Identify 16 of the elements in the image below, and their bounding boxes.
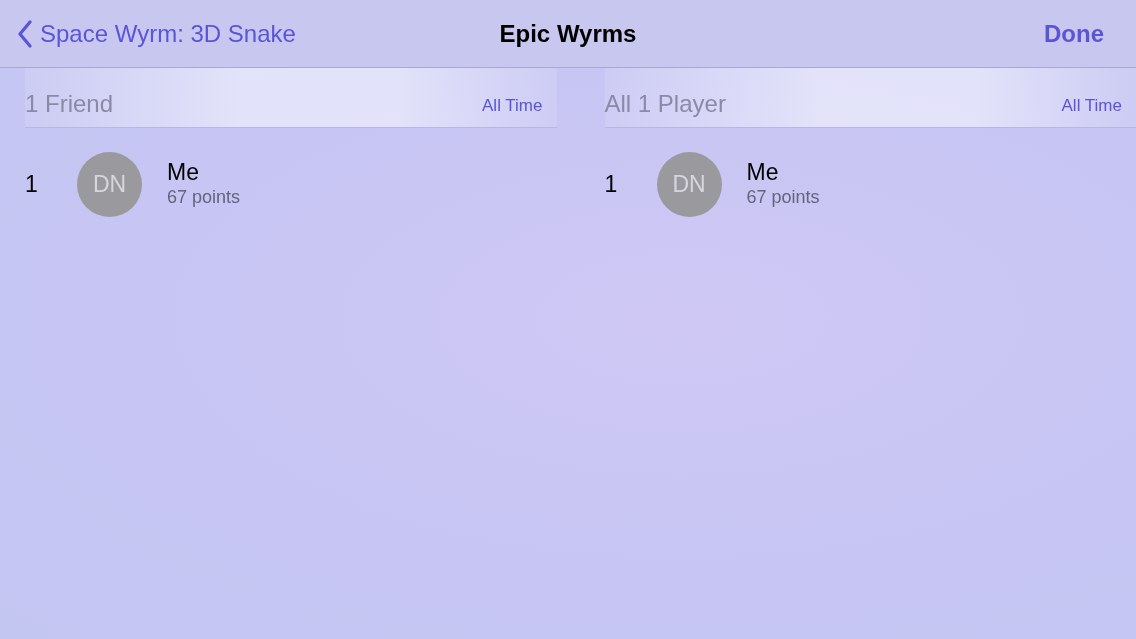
time-filter-link[interactable]: All Time [1061, 95, 1122, 117]
rank-number: 1 [604, 170, 619, 198]
back-button[interactable]: Space Wyrm: 3D Snake [18, 15, 296, 52]
player-score: 67 points [167, 186, 241, 209]
done-button[interactable]: Done [1044, 15, 1104, 52]
chevron-left-icon [18, 19, 32, 48]
rank-number: 1 [25, 170, 39, 198]
initials-avatar: DN [77, 151, 142, 217]
section-title: All 1 Player [604, 89, 726, 119]
section-title: 1 Friend [25, 89, 114, 119]
window-title: Epic Wyrms [499, 18, 637, 49]
player-score: 67 points [746, 186, 820, 209]
player-name: Me [746, 159, 780, 185]
time-filter-link[interactable]: All Time [482, 95, 543, 117]
initials-avatar: DN [656, 151, 722, 217]
player-name: Me [167, 159, 200, 185]
